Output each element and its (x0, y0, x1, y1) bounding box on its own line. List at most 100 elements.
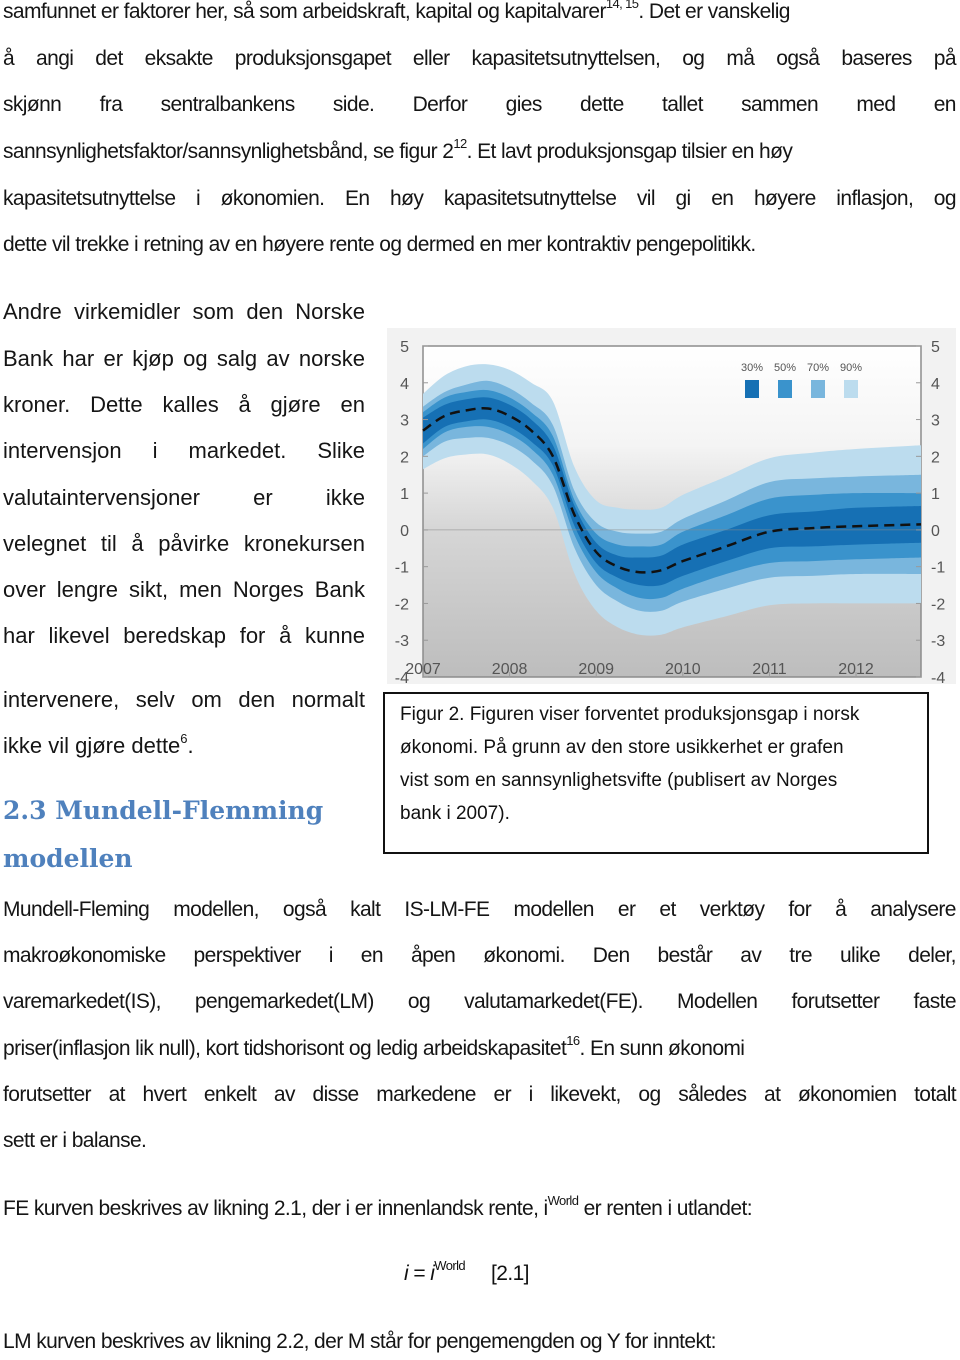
word: IS-LM-FE (404, 898, 490, 921)
word: Derfor (412, 93, 468, 116)
legend-label: 90% (840, 362, 862, 374)
footnote-ref: 6 (180, 731, 188, 746)
x-tick-label: 2007 (405, 661, 441, 678)
text-after-footnote: . Det er vanskelig (638, 0, 790, 23)
word: og (638, 1083, 661, 1106)
word: analysere (870, 898, 956, 921)
word: består (657, 944, 713, 967)
text-before-footnote: priser(inflasjon lik null), kort tidshor… (3, 1037, 567, 1060)
word: til (100, 531, 117, 556)
word: er (103, 346, 124, 371)
word: av (266, 346, 290, 371)
word: å (279, 623, 292, 648)
text-line: Bank har er kjøp og salg av norske (3, 346, 365, 372)
text-line: Andre virkemidler som den Norske (3, 299, 365, 325)
text-line: priser(inflasjon lik null), kort tidshor… (3, 1033, 956, 1061)
text-line: ikke vil gjøre dette6. (3, 731, 194, 759)
figure-caption-box: Figur 2. Figuren viser forventet produks… (383, 692, 929, 854)
word: med (856, 93, 896, 116)
legend-label: 70% (807, 362, 829, 374)
word: en (711, 187, 734, 210)
word: kronekursen (243, 531, 365, 556)
text-line: samfunnet er faktorer her, så som arbeid… (3, 0, 956, 24)
word: inflasjon, (836, 187, 914, 210)
word: enkelt (203, 1083, 257, 1106)
caption-line: Figur 2. Figuren viser forventet produks… (400, 704, 860, 725)
word: er (493, 1083, 511, 1106)
word: pengemarkedet(LM) (194, 990, 375, 1013)
word: markedene (376, 1083, 476, 1106)
word: høy (390, 187, 424, 210)
x-tick-label: 2008 (492, 661, 528, 678)
word: av (273, 1083, 296, 1106)
y-tick-label-right: -3 (931, 633, 945, 650)
y-tick-label-right: 3 (931, 413, 940, 430)
word: sikt, (128, 577, 169, 602)
word: eller (412, 47, 450, 70)
word: fra (99, 93, 123, 116)
word: Bank (314, 577, 365, 602)
word: den (246, 299, 284, 324)
word: således (678, 1083, 747, 1106)
word: perspektiver (193, 944, 302, 967)
word: intervenere, (3, 687, 120, 712)
word: forutsetter (791, 990, 880, 1013)
word: og (407, 990, 431, 1013)
y-tick-label-right: 2 (931, 449, 940, 466)
word: valutaintervensjoner (3, 485, 200, 510)
word: gies (505, 93, 543, 116)
word: verktøy (699, 898, 765, 921)
word: baseres (841, 47, 912, 70)
x-tick-label: 2011 (752, 661, 787, 678)
equation-2-1: i = iWorld [2.1] (404, 1258, 529, 1286)
word: skjønn (3, 93, 62, 116)
word: modellen, (173, 898, 259, 921)
word: hvert (142, 1083, 187, 1106)
text-line: har likevel beredskap for å kunne (3, 623, 365, 649)
legend-label: 30% (741, 362, 763, 374)
y-tick-label-right: -4 (931, 670, 945, 684)
word: eksakte (144, 47, 214, 70)
word: for (788, 898, 812, 921)
text-line: å angi det eksakte produksjonsgapet eller kapa… (3, 47, 957, 71)
word: å (835, 898, 847, 921)
legend-swatch (811, 380, 825, 398)
fan-chart-svg: 543210-1-2-3-4 543210-1-2-3-4 2007 2008 20… (395, 339, 946, 687)
y-tick-label-left: -2 (395, 596, 409, 613)
text-line: forutsetter at hvert enkelt av disse markedene… (3, 1083, 957, 1107)
word: Slike (317, 438, 365, 463)
y-tick-label-right: 5 (931, 339, 940, 356)
word: høyere (753, 187, 816, 210)
word: totalt (914, 1083, 957, 1106)
word: av (740, 944, 762, 967)
y-tick-label-right: -2 (931, 596, 945, 613)
word: markedet. (188, 438, 287, 463)
word: å (238, 392, 251, 417)
word: Dette (90, 392, 143, 417)
word: forutsetter (3, 1083, 92, 1106)
fe-text-before: FE kurven beskrives av likning 2.1, der … (3, 1197, 548, 1220)
word: likevekt, (550, 1083, 621, 1106)
word: åpen (410, 944, 456, 967)
word: modellen (513, 898, 594, 921)
word: og (183, 346, 208, 371)
text-line: kapasitetsutnyttelse i økonomien. En høy kapa… (3, 187, 957, 211)
footnote-ref: 14, 15 (605, 0, 639, 11)
text-before-footnote: ikke vil gjøre dette (3, 733, 181, 758)
word: Andre (3, 299, 62, 324)
word: velegnet (3, 531, 87, 556)
word: kapasitetsutnyttelsen, (471, 47, 661, 70)
word: en (340, 392, 365, 417)
text-before-footnote: samfunnet er faktorer her, så som arbeid… (3, 0, 606, 23)
y-tick-label-right: 1 (931, 486, 940, 503)
word: deler, (908, 944, 956, 967)
section-heading-line2: modellen (3, 844, 133, 873)
y-tick-label-left: 4 (400, 376, 409, 393)
word: Norges (232, 577, 304, 602)
word: gi (675, 187, 691, 210)
word: for (239, 623, 266, 648)
word: et (659, 898, 676, 921)
word: Norske (295, 299, 365, 324)
word: intervensjon (3, 438, 122, 463)
word: kapasitetsutnyttelse (443, 187, 617, 210)
